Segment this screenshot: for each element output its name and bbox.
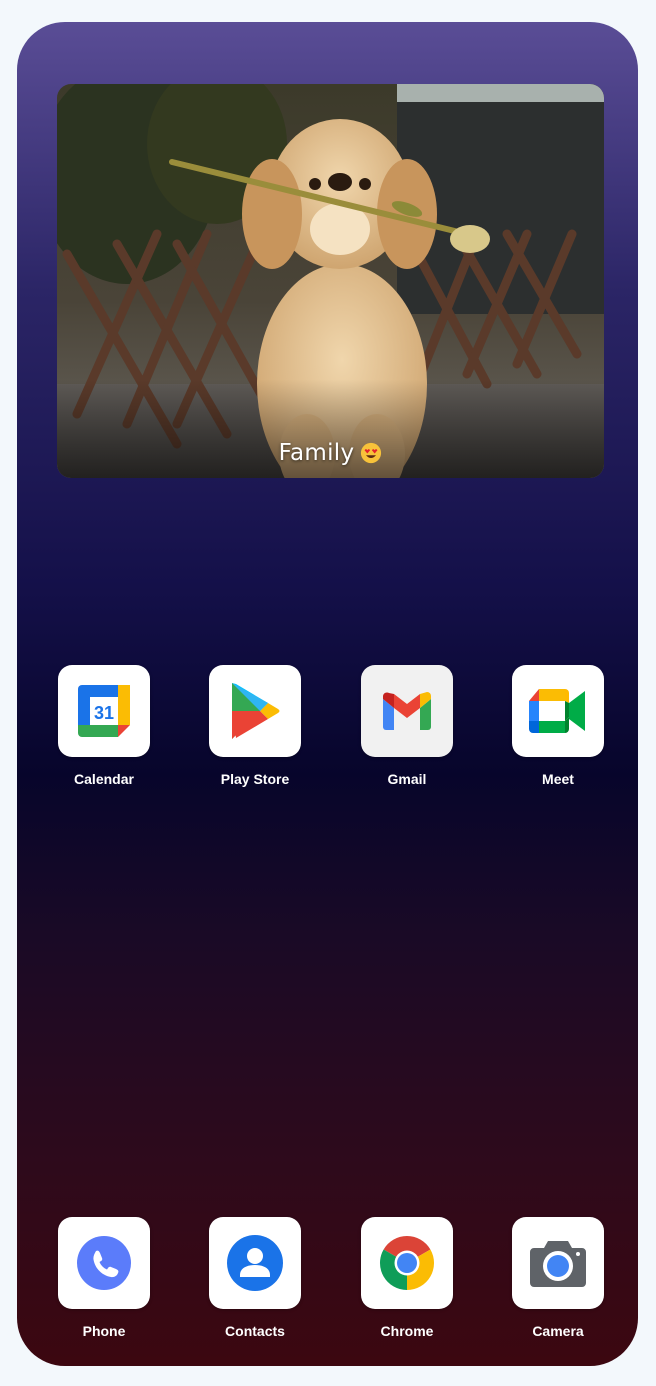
camera-tile[interactable] xyxy=(512,1217,604,1309)
home-screen: Family 31 Calendar Play Store Gmail Meet… xyxy=(17,22,638,1366)
app-calendar[interactable]: 31 Calendar xyxy=(58,665,150,787)
family-photo-widget[interactable]: Family xyxy=(57,84,604,478)
contacts-tile[interactable] xyxy=(209,1217,301,1309)
calendar-day: 31 xyxy=(94,703,114,723)
app-meet[interactable]: Meet xyxy=(512,665,604,787)
widget-caption: Family xyxy=(57,440,604,466)
gmail-icon xyxy=(383,692,431,730)
app-label-phone: Phone xyxy=(82,1323,126,1339)
calendar-tile[interactable]: 31 xyxy=(58,665,150,757)
calendar-icon: 31 xyxy=(78,685,130,737)
meet-icon xyxy=(529,689,585,733)
contacts-icon xyxy=(227,1235,283,1291)
dock-camera[interactable]: Camera xyxy=(512,1217,604,1339)
dock-phone[interactable]: Phone xyxy=(58,1217,150,1339)
app-label-contacts: Contacts xyxy=(225,1323,285,1339)
app-gmail[interactable]: Gmail xyxy=(361,665,453,787)
play-store-tile[interactable] xyxy=(209,665,301,757)
gmail-tile[interactable] xyxy=(361,665,453,757)
meet-tile[interactable] xyxy=(512,665,604,757)
app-label-camera: Camera xyxy=(532,1323,584,1339)
app-play-store[interactable]: Play Store xyxy=(209,665,301,787)
app-label-gmail: Gmail xyxy=(387,771,427,787)
chrome-icon xyxy=(379,1235,435,1290)
dog-photo xyxy=(57,84,604,478)
app-label-play-store: Play Store xyxy=(220,771,290,787)
widget-caption-text: Family xyxy=(278,440,355,466)
chrome-tile[interactable] xyxy=(361,1217,453,1309)
phone-icon xyxy=(77,1236,131,1290)
dock-contacts[interactable]: Contacts xyxy=(209,1217,301,1339)
app-label-meet: Meet xyxy=(542,771,574,787)
play-store-icon xyxy=(232,683,280,739)
app-label-calendar: Calendar xyxy=(74,771,134,787)
dock-chrome[interactable]: Chrome xyxy=(361,1217,453,1339)
heart-eyes-emoji-icon xyxy=(361,442,382,464)
app-label-chrome: Chrome xyxy=(380,1323,434,1339)
camera-icon xyxy=(530,1241,586,1287)
phone-tile[interactable] xyxy=(58,1217,150,1309)
